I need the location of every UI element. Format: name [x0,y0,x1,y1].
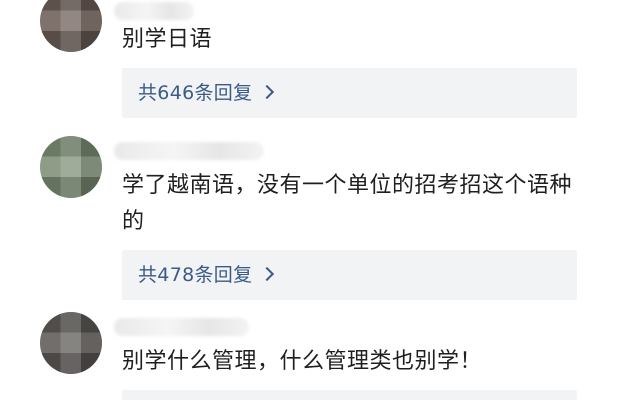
username-blurred [114,2,194,20]
reply-count-link[interactable]: 共646条回复 [138,68,275,118]
reply-box[interactable]: 共646条回复 [122,68,577,118]
avatar-mosaic [40,312,102,374]
reply-count-label: 共478条回复 [138,264,253,286]
avatar-mosaic [40,136,102,198]
reply-box[interactable] [122,390,577,400]
reply-count-link[interactable]: 共478条回复 [138,250,275,300]
username-blurred [114,142,264,160]
avatar[interactable] [40,312,102,374]
avatar-mosaic [40,0,102,52]
chevron-right-icon [260,84,275,100]
chevron-right-icon [260,266,275,282]
reply-count-label: 共646条回复 [138,82,253,104]
avatar[interactable] [40,0,102,52]
reply-box[interactable]: 共478条回复 [122,250,577,300]
comment-text: 别学什么管理，什么管理类也别学！ [122,349,483,374]
comment-text: 别学日语 [122,27,213,52]
comment-text: 学了越南语，没有一个单位的招考招这个语种的 [122,173,573,234]
username-blurred [114,318,249,336]
avatar[interactable] [40,136,102,198]
